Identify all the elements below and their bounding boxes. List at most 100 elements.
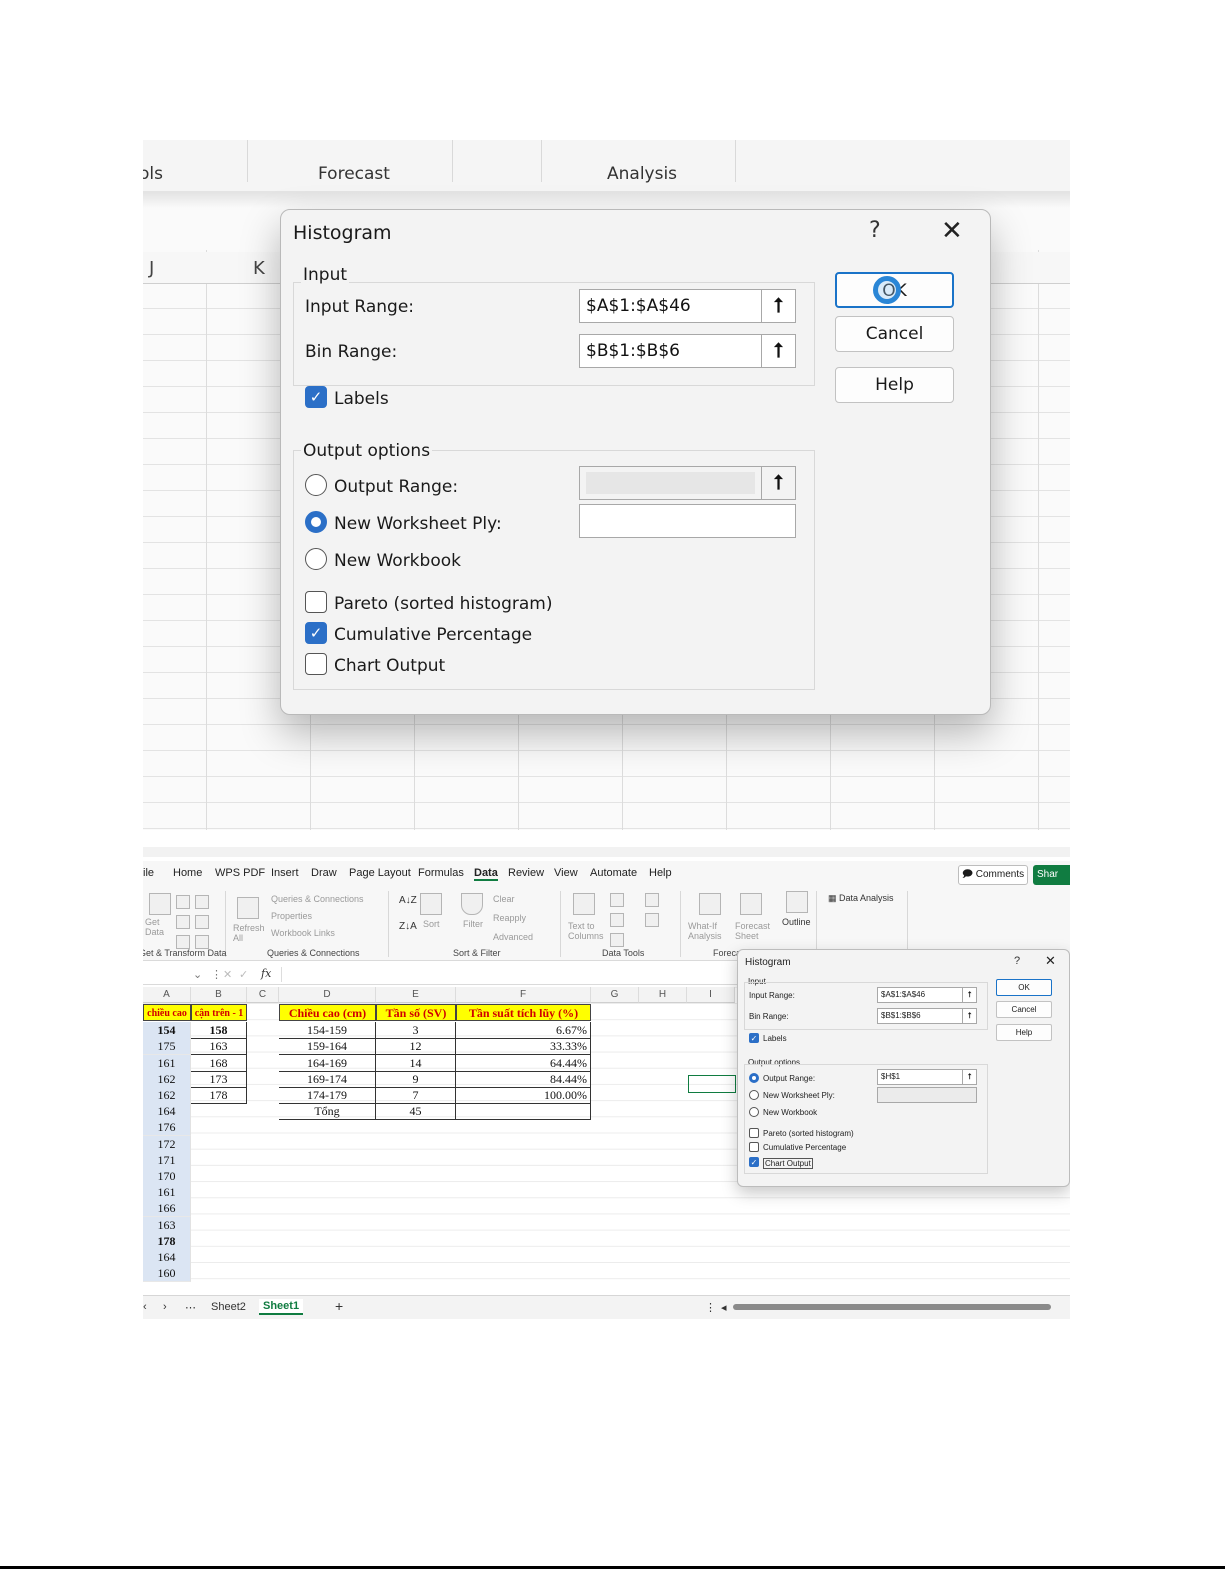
from-web-icon[interactable] xyxy=(176,915,190,929)
menu-review[interactable]: Review xyxy=(508,867,544,879)
cell-a-value[interactable]: 154 xyxy=(143,1022,191,1040)
recent-sources-icon[interactable] xyxy=(195,915,209,929)
advanced-button[interactable]: Advanced xyxy=(493,932,533,942)
clear-button[interactable]: Clear xyxy=(493,894,515,904)
table-total-value[interactable]: 45 xyxy=(376,1103,456,1121)
table-cell[interactable]: 14 xyxy=(376,1054,456,1072)
add-sheet-icon[interactable]: + xyxy=(335,1298,343,1314)
help-icon[interactable]: ? xyxy=(1014,955,1020,967)
cell-b-value[interactable]: 178 xyxy=(191,1087,247,1104)
table-cell[interactable]: 154-159 xyxy=(279,1022,376,1040)
cell-a-value[interactable]: 166 xyxy=(143,1200,191,1218)
confirm-entry-icon[interactable]: ✓ xyxy=(239,968,248,981)
what-if-analysis-icon[interactable] xyxy=(699,893,721,915)
relationships-icon[interactable] xyxy=(645,913,659,927)
split-handle-icon[interactable]: ⋮ xyxy=(705,1301,716,1314)
menu-automate[interactable]: Automate xyxy=(590,867,637,879)
table-cell[interactable]: 100.00% xyxy=(456,1087,591,1104)
cell-a-value[interactable]: 176 xyxy=(143,1119,191,1137)
new-worksheet-radio[interactable] xyxy=(305,511,327,533)
text-to-columns-label[interactable]: Text to Columns xyxy=(568,921,608,941)
help-icon[interactable]: ? xyxy=(869,218,881,243)
tab-scroll-right-icon[interactable]: › xyxy=(163,1301,167,1313)
from-table-icon[interactable] xyxy=(195,895,209,909)
pareto-checkbox[interactable] xyxy=(305,591,327,613)
collapse-arrow-icon[interactable]: ⭡ xyxy=(761,290,795,322)
cell-a-value[interactable]: 163 xyxy=(143,1216,191,1234)
new-worksheet-radio[interactable] xyxy=(749,1090,759,1100)
cell-a-value[interactable]: 175 xyxy=(143,1038,191,1056)
collapse-arrow-icon[interactable]: ⭡ xyxy=(761,335,795,367)
table-cell[interactable]: 33.33% xyxy=(456,1038,591,1056)
queries-connections-button[interactable]: Queries & Connections xyxy=(271,894,364,904)
output-range-radio[interactable] xyxy=(305,474,327,496)
sort-descending-icon[interactable]: Z↓A xyxy=(399,921,417,932)
properties-button[interactable]: Properties xyxy=(271,911,312,921)
cancel-entry-icon[interactable]: ✕ xyxy=(223,968,232,981)
table-cell[interactable]: 169-174 xyxy=(279,1070,376,1088)
input-range-field[interactable]: $A$1:$A$46 ⭡ xyxy=(877,987,977,1003)
table-cell[interactable]: 7 xyxy=(376,1087,456,1104)
get-data-label[interactable]: Get Data xyxy=(145,917,169,937)
sort-label[interactable]: Sort xyxy=(423,919,440,929)
refresh-all-icon[interactable] xyxy=(237,897,259,919)
new-workbook-radio[interactable] xyxy=(749,1107,759,1117)
scroll-left-arrow-icon[interactable]: ◂ xyxy=(721,1301,727,1314)
cell-a-value[interactable]: 162 xyxy=(143,1087,191,1104)
comments-button[interactable]: 🗩 Comments xyxy=(958,865,1028,885)
table-cell[interactable]: 64.44% xyxy=(456,1054,591,1072)
table-cell[interactable]: 84.44% xyxy=(456,1070,591,1088)
cell-a-value[interactable]: 170 xyxy=(143,1168,191,1185)
collapse-arrow-icon[interactable]: ⭡ xyxy=(962,1009,976,1023)
more-icon[interactable]: ⋮ xyxy=(211,968,222,981)
table-header-cell[interactable]: Tần suất tích lũy (%) xyxy=(456,1004,591,1021)
column-header-b[interactable]: B xyxy=(191,987,247,1003)
column-header-f[interactable]: F xyxy=(456,987,591,1003)
from-picture-icon[interactable] xyxy=(195,935,209,949)
what-if-analysis-label[interactable]: What-If Analysis xyxy=(688,921,732,941)
chart-output-checkbox[interactable]: ✓ xyxy=(749,1157,759,1167)
cell-a-value[interactable]: 160 xyxy=(143,1265,191,1283)
outline-label[interactable]: Outline xyxy=(782,917,811,927)
tab-scroll-left-icon[interactable]: ‹ xyxy=(143,1301,147,1313)
table-total-empty[interactable] xyxy=(456,1103,591,1121)
column-header-e[interactable]: E xyxy=(376,987,456,1003)
bin-range-field[interactable]: $B$1:$B$6 ⭡ xyxy=(579,334,796,368)
active-cell-cursor[interactable] xyxy=(688,1075,736,1093)
cell-a-value[interactable]: 164 xyxy=(143,1103,191,1121)
refresh-all-label[interactable]: Refresh All xyxy=(233,923,267,943)
data-validation-icon[interactable] xyxy=(610,933,624,947)
input-range-field[interactable]: $A$1:$A$46 ⭡ xyxy=(579,289,796,323)
collapse-arrow-icon[interactable]: ⭡ xyxy=(962,1070,976,1084)
column-header-a[interactable]: A xyxy=(143,987,191,1003)
cell-a-value[interactable]: 161 xyxy=(143,1054,191,1072)
cancel-button[interactable]: Cancel xyxy=(996,1001,1052,1018)
function-icon[interactable]: fx xyxy=(261,967,271,980)
table-header-cell[interactable]: Chiều cao (cm) xyxy=(279,1004,376,1021)
cell-b-value[interactable]: 168 xyxy=(191,1054,247,1072)
existing-connections-icon[interactable] xyxy=(176,935,190,949)
column-header-i[interactable]: I xyxy=(687,987,735,1003)
menu-formulas[interactable]: Formulas xyxy=(418,867,464,879)
filter-label[interactable]: Filter xyxy=(463,919,483,929)
close-icon[interactable]: ✕ xyxy=(1045,953,1056,969)
get-data-icon[interactable] xyxy=(149,893,171,915)
table-cell[interactable]: 9 xyxy=(376,1070,456,1088)
cell-b1-header[interactable]: cận trên - 1 xyxy=(191,1004,247,1021)
menu-file[interactable]: ile xyxy=(143,867,154,879)
share-button[interactable]: Shar xyxy=(1033,865,1070,885)
cell-a-value[interactable]: 178 xyxy=(143,1232,191,1250)
cell-a-value[interactable]: 162 xyxy=(143,1070,191,1088)
cell-a-value[interactable]: 172 xyxy=(143,1135,191,1153)
column-header-c[interactable]: C xyxy=(247,987,279,1003)
table-cell[interactable]: 174-179 xyxy=(279,1087,376,1104)
cell-a-value[interactable]: 164 xyxy=(143,1249,191,1266)
outline-icon[interactable] xyxy=(786,891,808,913)
new-worksheet-field[interactable] xyxy=(877,1087,977,1103)
column-header-g[interactable]: G xyxy=(591,987,639,1003)
cell-a-value[interactable]: 161 xyxy=(143,1184,191,1202)
cumulative-checkbox[interactable]: ✓ xyxy=(305,622,327,644)
ok-button[interactable]: OK xyxy=(835,272,954,308)
help-button[interactable]: Help xyxy=(996,1024,1052,1041)
chart-output-checkbox[interactable] xyxy=(305,653,327,675)
